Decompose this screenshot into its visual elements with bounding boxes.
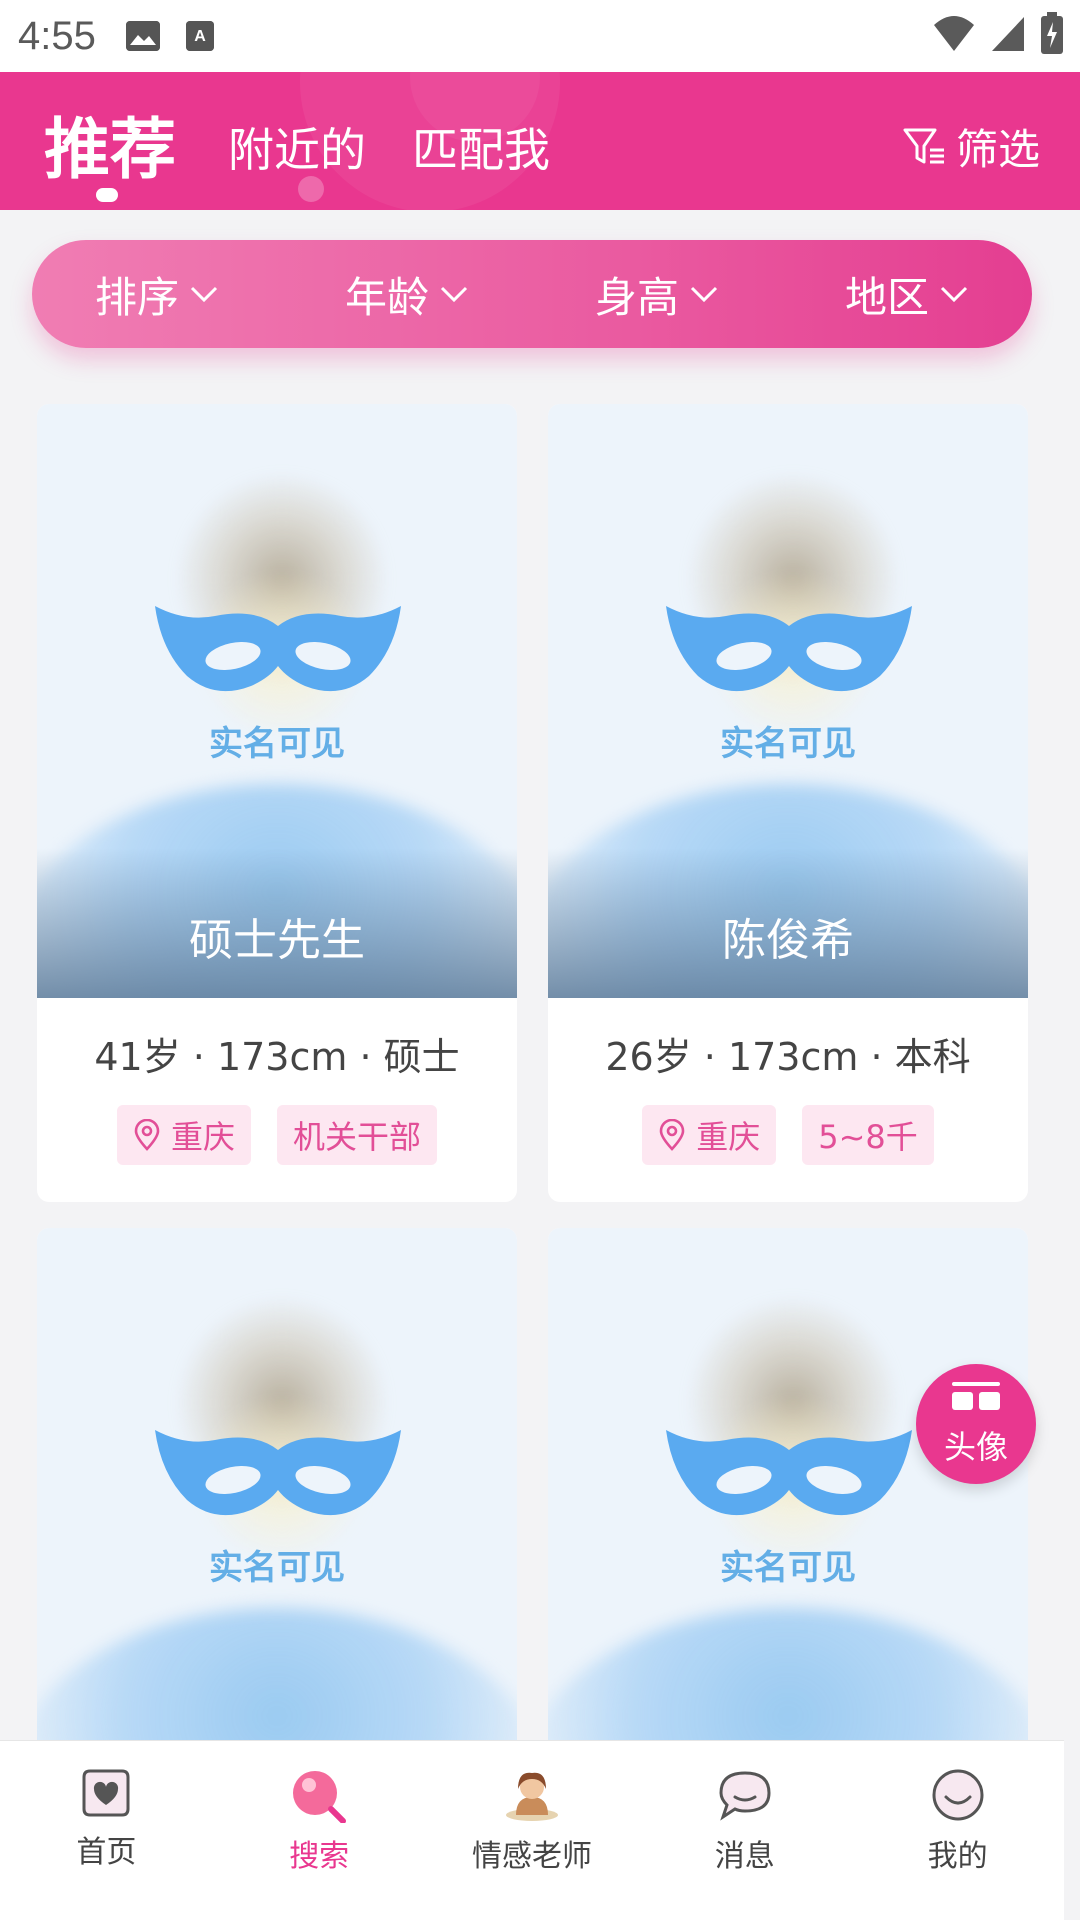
location-pin-icon	[659, 1119, 685, 1151]
nav-profile-label: 我的	[927, 1839, 988, 1874]
profile-tags: 重庆 机关干部	[37, 1105, 517, 1165]
profile-info: 41岁 · 173cm · 硕士 重庆 机关干部	[37, 998, 517, 1202]
nav-home[interactable]: 首页	[0, 1741, 213, 1920]
status-time: 4:55	[18, 13, 96, 58]
region-label: 地区	[844, 272, 929, 322]
battery-icon	[1041, 12, 1063, 54]
home-heart-icon	[82, 1769, 130, 1817]
chevron-down-icon	[940, 286, 968, 303]
profile-name: 陈俊希	[722, 915, 854, 966]
profile-card[interactable]: 实名可见 陈俊希 26岁 · 173cm · 本科 重庆 5~8千	[548, 404, 1028, 1202]
image-notification-icon	[125, 21, 160, 51]
profile-card[interactable]: 实名可见	[548, 1228, 1028, 1822]
occupation-tag: 机关干部	[277, 1105, 438, 1165]
sort-filter-bar: 排序 年龄 身高 地区	[32, 240, 1032, 348]
profile-card[interactable]: 实名可见	[37, 1228, 517, 1822]
sort-label: 排序	[94, 272, 179, 322]
mask-icon	[666, 606, 912, 692]
nav-home-label: 首页	[76, 1835, 137, 1870]
profile-photo-placeholder: 实名可见	[37, 1228, 517, 1822]
tab-recommend[interactable]: 推荐	[44, 96, 176, 192]
profile-photo-placeholder: 实名可见 陈俊希	[548, 404, 1028, 998]
nav-messages[interactable]: 消息	[638, 1741, 851, 1920]
chat-bubble-icon	[719, 1771, 771, 1821]
nav-search[interactable]: 搜索	[213, 1741, 426, 1920]
active-tab-indicator	[96, 188, 118, 202]
profile-stats: 26岁 · 173cm · 本科	[605, 1035, 971, 1079]
nav-emotion-teacher[interactable]: 情感老师	[426, 1741, 639, 1920]
chevron-down-icon	[190, 286, 218, 303]
chevron-down-icon	[440, 286, 468, 303]
nav-profile[interactable]: 我的	[851, 1741, 1064, 1920]
location-tag: 重庆	[642, 1105, 777, 1165]
chevron-down-icon	[690, 286, 718, 303]
sort-dropdown[interactable]: 排序	[32, 264, 282, 325]
nav-search-label: 搜索	[289, 1839, 350, 1874]
filter-icon	[903, 128, 944, 163]
bottom-navigation: 首页 搜索 情感老师 消息 我的	[0, 1740, 1064, 1920]
profile-name: 硕士先生	[189, 915, 365, 966]
signal-icon	[992, 17, 1024, 51]
search-icon	[293, 1771, 347, 1823]
svg-text:A: A	[194, 28, 206, 45]
verify-visible-text: 实名可见	[209, 1548, 345, 1588]
filter-button[interactable]: 筛选	[902, 116, 1040, 177]
location-label: 重庆	[696, 1118, 761, 1156]
profile-stats: 41岁 · 173cm · 硕士	[94, 1035, 460, 1079]
top-header: 推荐 附近的 匹配我 筛选	[0, 72, 1080, 210]
verify-visible-text: 实名可见	[720, 724, 856, 764]
profile-card[interactable]: 实名可见 硕士先生 41岁 · 173cm · 硕士 重庆 机关干部	[37, 404, 517, 1202]
region-dropdown[interactable]: 地区	[782, 264, 1032, 325]
tab-nearby[interactable]: 附近的	[228, 114, 366, 180]
profile-photo-placeholder: 实名可见 硕士先生	[37, 404, 517, 998]
grid-view-icon	[952, 1382, 1000, 1410]
salary-tag: 5~8千	[802, 1105, 934, 1165]
avatar-view-toggle-button[interactable]: 头像	[916, 1364, 1036, 1484]
location-pin-icon	[134, 1119, 160, 1151]
profile-info: 26岁 · 173cm · 本科 重庆 5~8千	[548, 998, 1028, 1202]
tab-match-me[interactable]: 匹配我	[412, 114, 550, 180]
wifi-icon	[934, 16, 974, 51]
smile-icon	[932, 1769, 984, 1821]
mask-icon	[155, 1430, 401, 1516]
filter-label: 筛选	[955, 125, 1040, 174]
age-label: 年龄	[344, 272, 429, 322]
mask-icon	[666, 1430, 912, 1516]
location-label: 重庆	[170, 1118, 235, 1156]
profile-tags: 重庆 5~8千	[548, 1105, 1028, 1165]
nav-messages-label: 消息	[714, 1839, 775, 1874]
height-label: 身高	[594, 272, 679, 322]
scroll-track	[1064, 210, 1080, 1740]
keyboard-notification-icon: A	[185, 21, 214, 51]
age-dropdown[interactable]: 年龄	[282, 264, 532, 325]
teacher-avatar-icon	[505, 1772, 558, 1821]
mask-icon	[155, 606, 401, 692]
avatar-toggle-label: 头像	[943, 1428, 1008, 1466]
height-dropdown[interactable]: 身高	[532, 264, 782, 325]
location-tag: 重庆	[116, 1105, 251, 1165]
status-bar: 4:55 A	[0, 0, 1080, 72]
verify-visible-text: 实名可见	[720, 1548, 856, 1588]
verify-visible-text: 实名可见	[209, 724, 345, 764]
nav-emotion-teacher-label: 情感老师	[471, 1839, 592, 1874]
profile-photo-placeholder: 实名可见	[548, 1228, 1028, 1822]
